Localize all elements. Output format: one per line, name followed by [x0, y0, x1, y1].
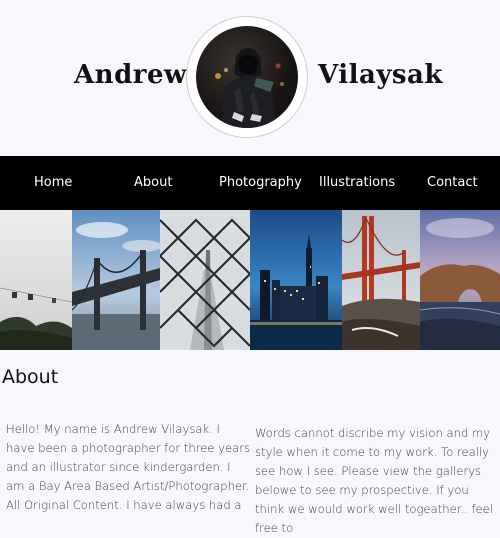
gallery-photo[interactable] [0, 210, 72, 350]
first-name-heading: Andrew [74, 60, 187, 90]
about-intro-text: Hello! My name is Andrew Vilaysak. I hav… [6, 422, 251, 512]
nav-item-illustrations[interactable]: Illustrations [319, 156, 395, 210]
coastal-rock-arch-photo-icon [420, 210, 500, 350]
gallery-photo[interactable] [250, 210, 342, 350]
foggy-gondola-photo-icon [0, 210, 72, 350]
about-heading: About [2, 366, 59, 388]
nav-item-about[interactable]: About [134, 156, 172, 210]
gallery-photo[interactable] [72, 210, 160, 350]
golden-gate-bridge-photo-icon [342, 210, 420, 350]
avatar-frame [186, 16, 308, 138]
site-header: Andrew Vilaysak [0, 0, 500, 156]
avatar [196, 26, 298, 128]
last-name-heading: Vilaysak [318, 60, 443, 90]
gallery-photo[interactable] [342, 210, 420, 350]
nav-item-contact[interactable]: Contact [427, 156, 478, 210]
main-nav: Home About Photography Illustrations Con… [0, 156, 500, 210]
city-skyline-night-photo-icon [250, 210, 342, 350]
about-vision-text: Words cannot discribe my vision and my s… [255, 426, 494, 535]
gallery-photo[interactable] [420, 210, 500, 350]
gallery-photo[interactable] [160, 210, 250, 350]
profile-photo-icon [215, 48, 284, 128]
nav-item-photography[interactable]: Photography [219, 156, 302, 210]
nav-item-home[interactable]: Home [34, 156, 72, 210]
photo-gallery [0, 210, 500, 350]
chain-fence-bridge-photo-icon [160, 210, 250, 350]
bay-bridge-photo-icon [72, 210, 160, 350]
